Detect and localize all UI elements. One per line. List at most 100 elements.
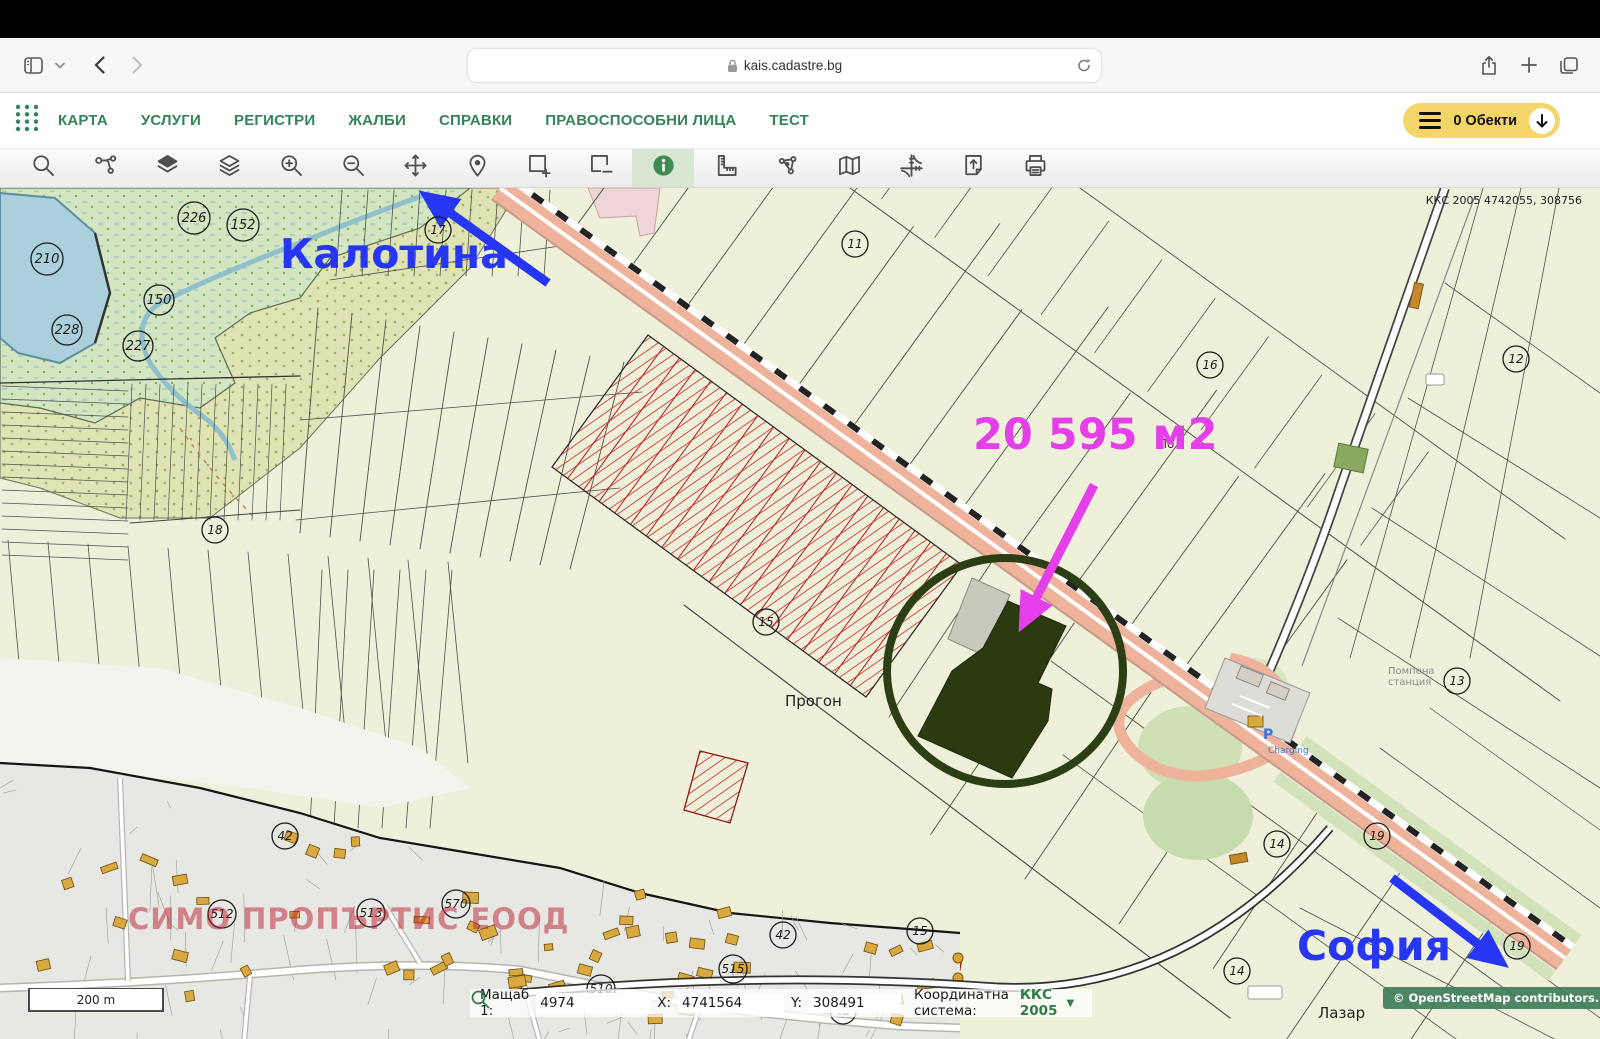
svg-text:19: 19 (1509, 939, 1524, 953)
browser-right-controls (1472, 48, 1586, 82)
place-label: Лазар (1318, 1004, 1365, 1022)
new-tab-button[interactable] (1512, 48, 1546, 82)
screen: kais.cadastre.bg (0, 0, 1600, 1039)
url-text: kais.cadastre.bg (744, 58, 842, 73)
menu-item-2[interactable]: УСЛУГИ (141, 112, 201, 129)
chevron-down-icon (55, 62, 65, 69)
tool-overview-map-button[interactable] (818, 149, 880, 187)
tool-window-zoom-in-button[interactable] (508, 149, 570, 187)
back-button[interactable] (82, 48, 116, 82)
main-menu: КАРТА УСЛУГИ РЕГИСТРИ ЖАЛБИ СПРАВКИ ПРАВОСПОС… (58, 112, 809, 129)
map-corner-coordinates: ККС 2005 4742055, 308756 (1426, 194, 1582, 207)
sidebar-icon (24, 57, 43, 74)
tool-layers-dark-button[interactable] (136, 149, 198, 187)
tool-search-button[interactable] (12, 149, 74, 187)
tool-info-button[interactable] (632, 149, 694, 187)
apps-grid-icon[interactable] (14, 103, 40, 138)
tool-marker-button[interactable] (446, 149, 508, 187)
tool-zoom-out-button[interactable] (322, 149, 384, 187)
svg-text:18: 18 (207, 523, 223, 537)
svg-text:16: 16 (1202, 358, 1218, 372)
axes-icon (898, 152, 925, 184)
search-icon (470, 989, 490, 1009)
svg-text:14: 14 (1269, 837, 1284, 851)
tool-print-button[interactable] (1004, 149, 1066, 187)
place-label: Charging (1268, 746, 1309, 756)
svg-text:12: 12 (1508, 352, 1523, 366)
tool-branch-button[interactable] (74, 149, 136, 187)
y-coordinate-input[interactable] (809, 993, 901, 1013)
browser-toolbar: kais.cadastre.bg (0, 38, 1600, 93)
objects-button[interactable]: 0 Обекти (1403, 103, 1560, 138)
crs-dropdown-arrow-icon[interactable]: ▼ (1066, 998, 1074, 1009)
window-zoom-in-icon (526, 152, 553, 184)
arrow-down-icon (1536, 114, 1548, 128)
map-status-bar: Мащаб 1: X: Y: Координатна система: ККС … (470, 989, 1092, 1017)
svg-text:13: 13 (1449, 674, 1464, 688)
objects-expand-button[interactable] (1529, 108, 1555, 134)
search-icon (30, 152, 57, 184)
menu-item-7[interactable]: ТЕСТ (769, 112, 809, 129)
back-icon (94, 56, 105, 74)
tool-layers-button[interactable] (198, 149, 260, 187)
annotation-area: 20 595 м2 (973, 414, 1218, 457)
place-label: Прогон (785, 692, 842, 710)
tool-zoom-in-button[interactable] (260, 149, 322, 187)
forward-icon (132, 56, 143, 74)
url-bar[interactable]: kais.cadastre.bg (467, 48, 1102, 83)
tool-select-shape-button[interactable] (756, 149, 818, 187)
svg-text:228: 228 (55, 323, 80, 338)
overview-map-icon (836, 152, 863, 184)
x-coordinate-input[interactable] (678, 993, 784, 1013)
menu-item-1[interactable]: КАРТА (58, 112, 108, 129)
place-label: станция (1388, 677, 1431, 688)
tool-axes-button[interactable] (880, 149, 942, 187)
place-label: P (1263, 727, 1273, 743)
tool-export-button[interactable] (942, 149, 1004, 187)
sidebar-toggle-button[interactable] (16, 48, 50, 82)
tab-group-dropdown-button[interactable] (50, 48, 70, 82)
tabs-icon (1560, 57, 1578, 74)
branch-icon (92, 152, 119, 184)
reload-button[interactable] (1077, 58, 1091, 73)
share-button[interactable] (1472, 48, 1506, 82)
menu-item-4[interactable]: ЖАЛБИ (348, 112, 406, 129)
share-icon (1481, 56, 1497, 75)
osm-attribution-link[interactable]: © OpenStreetMap contributors. (1383, 987, 1600, 1009)
scale-input[interactable] (536, 993, 650, 1013)
svg-text:11: 11 (847, 237, 862, 251)
zoom-out-icon (340, 152, 367, 184)
x-label: X: (657, 995, 671, 1011)
tool-window-zoom-out-button[interactable] (570, 149, 632, 187)
marker-icon (464, 152, 491, 184)
info-icon (650, 152, 677, 184)
svg-text:227: 227 (126, 339, 152, 354)
tool-measure-button[interactable] (694, 149, 756, 187)
y-label: Y: (791, 995, 802, 1011)
svg-text:14: 14 (1229, 964, 1244, 978)
forward-button[interactable] (120, 48, 154, 82)
export-icon (960, 152, 987, 184)
plus-icon (1521, 57, 1537, 73)
menu-item-3[interactable]: РЕГИСТРИ (234, 112, 315, 129)
annotation-sofia: София (1297, 926, 1451, 967)
tool-pan-button[interactable] (384, 149, 446, 187)
tab-overview-button[interactable] (1552, 48, 1586, 82)
crs-value-dropdown[interactable]: ККС 2005 (1020, 987, 1058, 1019)
svg-text:226: 226 (182, 211, 207, 226)
place-label: Помпена (1388, 666, 1435, 677)
system-titlebar (0, 0, 1600, 38)
select-shape-icon (774, 152, 801, 184)
svg-text:15: 15 (912, 924, 927, 938)
svg-text:515: 515 (722, 962, 745, 976)
objects-button-label: 0 Обекти (1453, 113, 1517, 129)
annotation-kalotina: Калотина (280, 234, 508, 275)
layers-icon (216, 152, 243, 184)
menu-item-5[interactable]: СПРАВКИ (439, 112, 512, 129)
svg-text:42: 42 (775, 928, 790, 942)
print-icon (1022, 152, 1049, 184)
map-toolbar (0, 149, 1600, 188)
scale-bar: 200 m (28, 988, 164, 1012)
pan-icon (402, 152, 429, 184)
menu-item-6[interactable]: ПРАВОСПОСОБНИ ЛИЦА (545, 112, 736, 129)
